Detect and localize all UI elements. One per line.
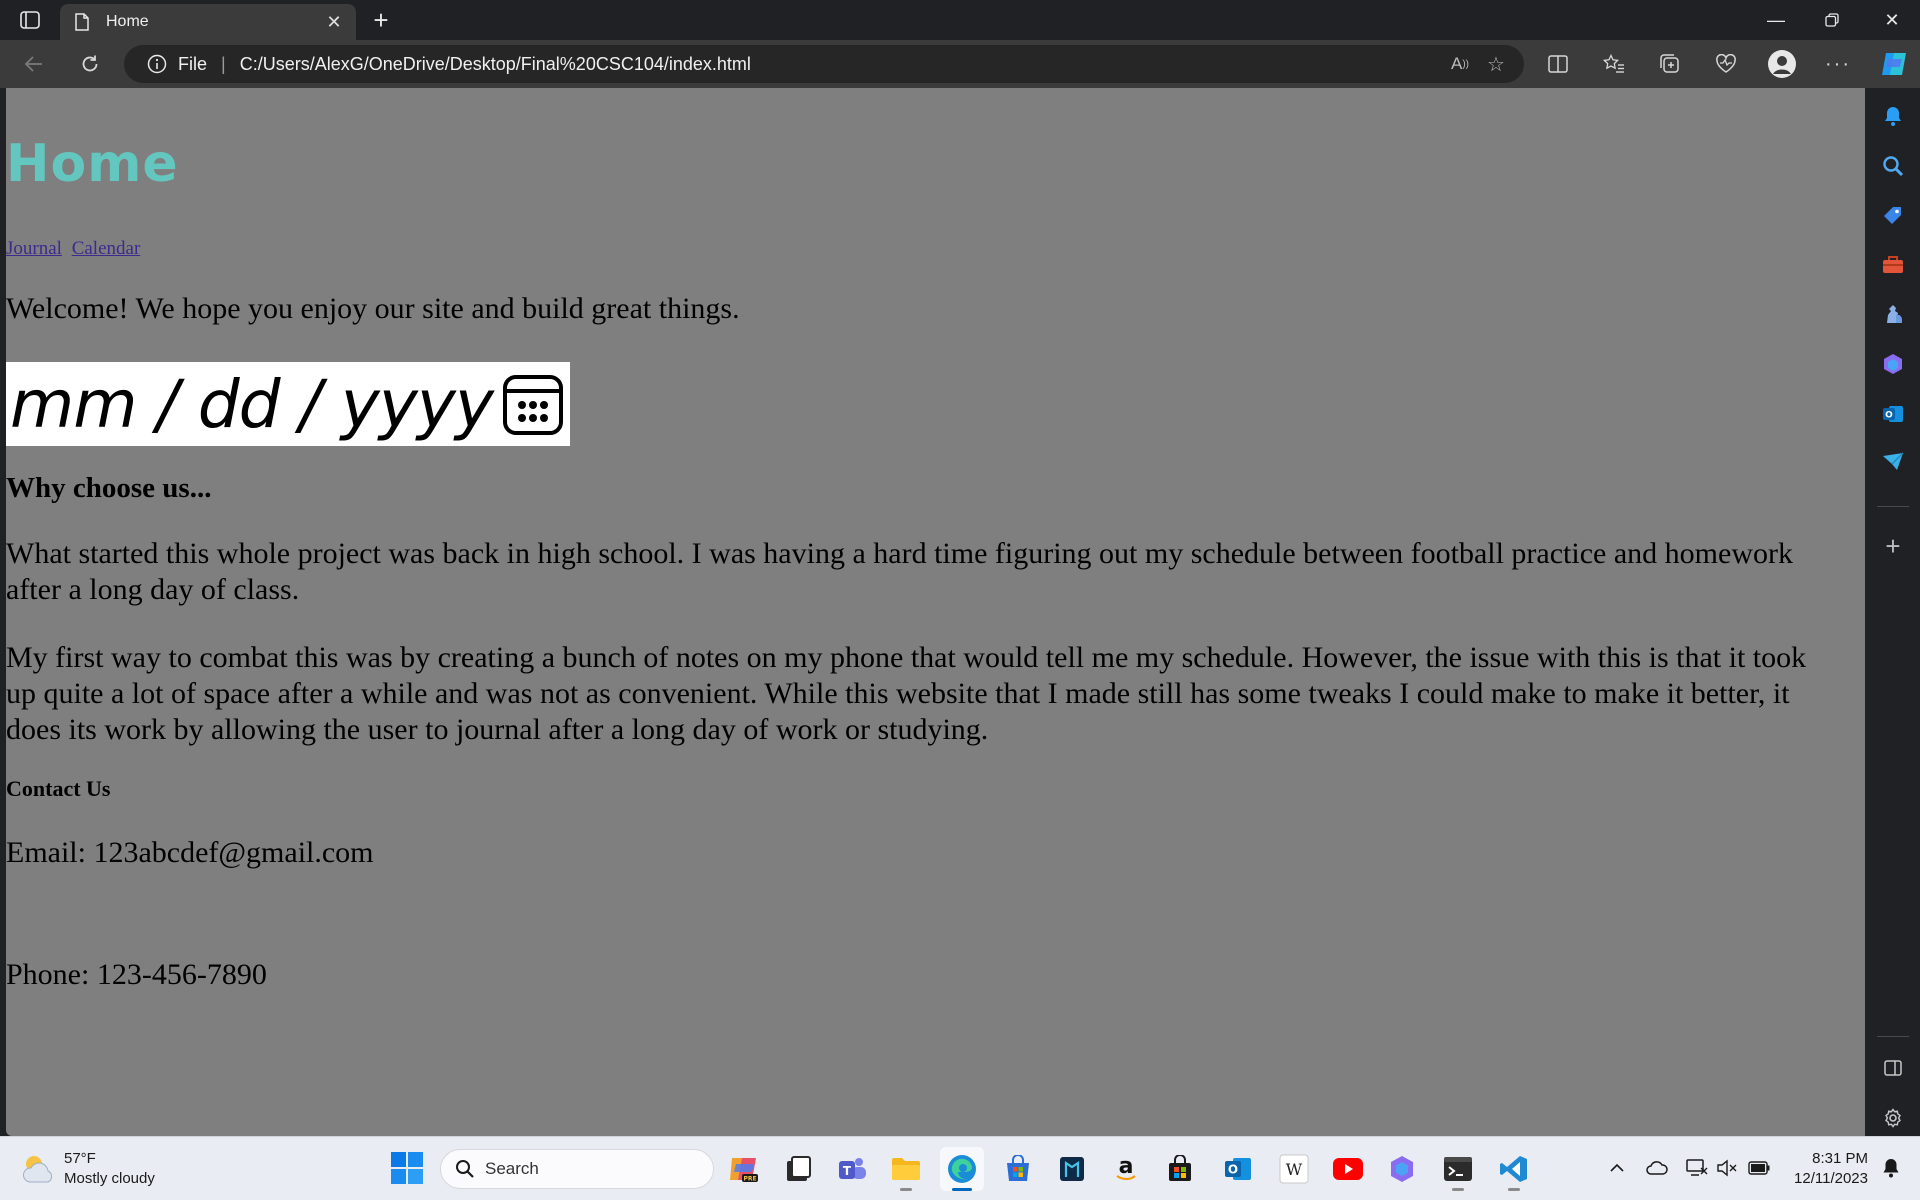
svg-text:O: O (1885, 411, 1893, 421)
new-tab-icon[interactable]: + (364, 4, 398, 36)
microsoft-store-icon[interactable] (996, 1147, 1040, 1191)
sidebar-divider (1877, 1036, 1909, 1037)
refresh-icon[interactable] (72, 46, 108, 82)
edge-icon[interactable] (940, 1147, 984, 1191)
taskbar-clock[interactable]: 8:31 PM 12/11/2023 (1776, 1149, 1868, 1189)
sidebar-divider (1877, 506, 1909, 507)
split-screen-icon[interactable] (1540, 46, 1576, 82)
taskbar-search[interactable]: Search (440, 1149, 714, 1189)
network-icon[interactable] (1682, 1151, 1712, 1185)
search-icon (456, 1160, 474, 1178)
tab-actions-icon[interactable] (10, 4, 50, 36)
svg-text:O: O (1228, 1163, 1238, 1177)
amazon-icon[interactable]: a (1104, 1147, 1148, 1191)
paragraph-solution: My first way to combat this was by creat… (6, 641, 1807, 746)
weather-widget[interactable]: 57°F Mostly cloudy (18, 1149, 155, 1189)
more-options-icon[interactable]: ··· (1820, 46, 1856, 82)
browser-toolbar: File | C:/Users/AlexG/OneDrive/Desktop/F… (0, 40, 1920, 88)
address-scheme: File (178, 53, 208, 74)
collections-icon[interactable] (1652, 46, 1688, 82)
start-button[interactable] (390, 1151, 424, 1185)
date-input[interactable]: mm / dd / yyyy (6, 362, 570, 446)
page-heading: Home (6, 134, 179, 194)
active-indicator (952, 1188, 972, 1191)
restore-icon[interactable] (1804, 0, 1860, 40)
page-nav: Journal Calendar (6, 238, 145, 260)
favorite-star-icon[interactable]: ☆ (1478, 46, 1514, 82)
tab-title: Home (106, 13, 149, 30)
teams-icon[interactable]: T (830, 1147, 874, 1191)
svg-text:PRE: PRE (743, 1176, 756, 1183)
battery-icon[interactable] (1744, 1151, 1774, 1185)
wikipedia-icon[interactable]: W (1272, 1147, 1316, 1191)
add-icon[interactable]: + (1875, 528, 1911, 564)
info-icon[interactable] (146, 53, 168, 75)
chess-icon[interactable] (1875, 296, 1911, 332)
search-placeholder: Search (485, 1159, 539, 1178)
browser-tab[interactable]: Home ✕ (60, 4, 356, 40)
contact-email: Email: 123abcdef@gmail.com (6, 836, 374, 869)
running-indicator (1452, 1188, 1464, 1191)
onedrive-icon[interactable] (1642, 1151, 1672, 1185)
copilot-icon[interactable] (1380, 1147, 1424, 1191)
browser-essentials-icon[interactable] (1708, 46, 1744, 82)
youtube-icon[interactable] (1326, 1147, 1370, 1191)
clock-time: 8:31 PM (1812, 1150, 1868, 1167)
file-manager-icon[interactable] (776, 1147, 820, 1191)
notification-bell-icon[interactable] (1876, 1151, 1906, 1185)
running-indicator (1508, 1188, 1520, 1191)
bell-icon[interactable] (1875, 98, 1911, 134)
split-panel-icon[interactable] (1875, 1050, 1911, 1086)
tag-icon[interactable] (1875, 198, 1911, 234)
svg-text:T: T (843, 1164, 852, 1178)
toolbox-icon[interactable] (1875, 246, 1911, 282)
calendar-icon[interactable] (502, 374, 564, 436)
contact-phone: Phone: 123-456-7890 (6, 958, 267, 991)
address-bar[interactable]: File | C:/Users/AlexG/OneDrive/Desktop/F… (124, 45, 1524, 83)
address-separator: | (221, 53, 226, 74)
edge-sidebar: O + (1866, 88, 1920, 1136)
copilot-designer-icon[interactable] (1875, 346, 1911, 382)
vscode-icon[interactable] (1492, 1147, 1536, 1191)
why-heading: Why choose us... (6, 472, 212, 504)
favorites-icon[interactable] (1596, 46, 1632, 82)
paragraph-origin: What started this whole project was back… (6, 537, 1793, 606)
outlook-icon[interactable]: O (1216, 1147, 1260, 1191)
nav-link-journal[interactable]: Journal (6, 238, 62, 259)
send-icon[interactable] (1875, 444, 1911, 480)
svg-text:a: a (1119, 1155, 1134, 1179)
profile-avatar-icon[interactable] (1764, 46, 1800, 82)
close-window-icon[interactable]: ✕ (1864, 0, 1920, 40)
file-explorer-icon[interactable] (884, 1147, 928, 1191)
page-icon (72, 12, 92, 32)
running-indicator (900, 1188, 912, 1191)
app-icon[interactable] (1050, 1147, 1094, 1191)
contact-heading: Contact Us (6, 776, 111, 801)
partly-cloudy-icon (23, 1156, 53, 1183)
weather-desc: Mostly cloudy (64, 1170, 155, 1187)
welcome-text: Welcome! We hope you enjoy our site and … (6, 292, 740, 325)
minimize-icon[interactable]: — (1748, 0, 1804, 40)
page-viewport: Home Journal Calendar Welcome! We hope y… (6, 88, 1865, 1136)
outlook-icon[interactable]: O (1875, 396, 1911, 432)
copilot-icon[interactable] (1876, 46, 1912, 82)
chevron-up-icon[interactable] (1602, 1151, 1632, 1185)
clock-date: 12/11/2023 (1794, 1170, 1868, 1187)
settings-icon[interactable] (1875, 1100, 1911, 1136)
search-icon[interactable] (1875, 148, 1911, 184)
browser-tab-bar: Home ✕ + — ✕ (0, 0, 1920, 40)
date-input-placeholder: mm / dd / yyyy (10, 365, 494, 443)
taskbar: 57°F Mostly cloudy Search PRE T a O W 8:… (0, 1136, 1920, 1200)
copilot-app-icon[interactable]: PRE (722, 1147, 766, 1191)
nav-link-calendar[interactable]: Calendar (72, 238, 141, 259)
close-tab-icon[interactable]: ✕ (324, 12, 344, 32)
speaker-muted-icon[interactable] (1712, 1151, 1742, 1185)
read-aloud-icon[interactable]: A)) (1442, 46, 1478, 82)
address-url[interactable]: C:/Users/AlexG/OneDrive/Desktop/Final%20… (240, 54, 1442, 75)
weather-temp: 57°F (64, 1150, 96, 1167)
terminal-icon[interactable] (1436, 1147, 1480, 1191)
back-icon[interactable] (16, 46, 52, 82)
svg-text:W: W (1286, 1160, 1303, 1179)
store-bag-icon[interactable] (1158, 1147, 1202, 1191)
